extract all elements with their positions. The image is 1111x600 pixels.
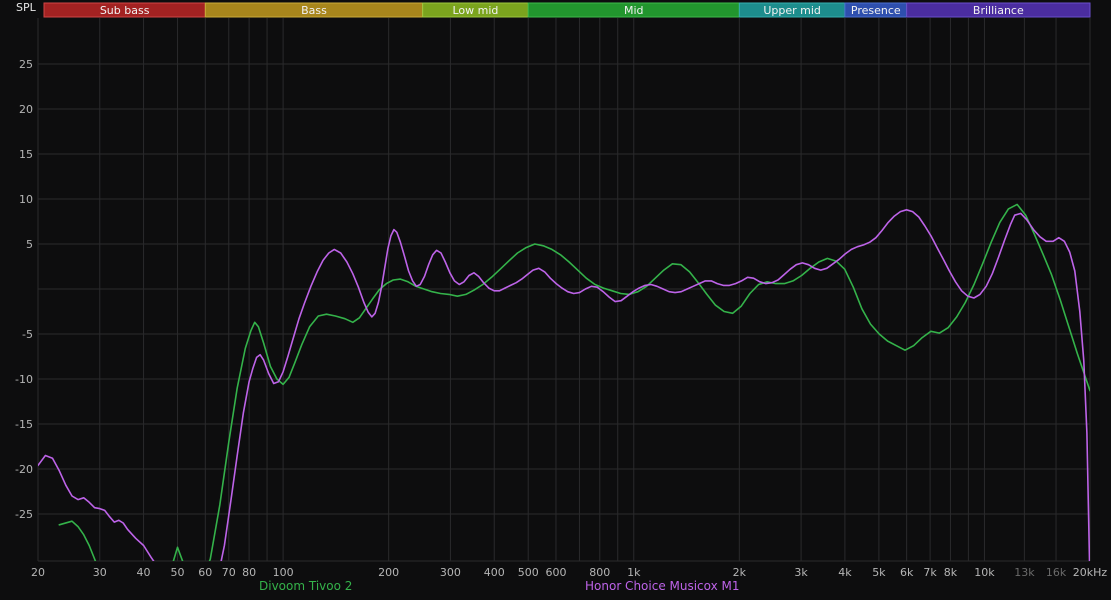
y-tick-label: -5 bbox=[22, 328, 33, 341]
x-tick-label: 5k bbox=[872, 566, 886, 579]
x-tick-label: 40 bbox=[137, 566, 151, 579]
band-label-bass: Bass bbox=[301, 4, 327, 17]
y-tick-label: -10 bbox=[15, 373, 33, 386]
x-tick-label: 200 bbox=[378, 566, 399, 579]
x-tick-label: 80 bbox=[242, 566, 256, 579]
y-tick-label: -15 bbox=[15, 418, 33, 431]
x-tick-label: 10k bbox=[974, 566, 995, 579]
series-curve-1 bbox=[58, 203, 1090, 561]
band-label-sub-bass: Sub bass bbox=[100, 4, 150, 17]
legend-divoom-tivoo-2: Divoom Tivoo 2 bbox=[259, 579, 353, 593]
x-tick-label: 8k bbox=[944, 566, 958, 579]
y-tick-label: 20 bbox=[19, 103, 33, 116]
x-tick-label: 20kHz bbox=[1073, 566, 1108, 579]
x-tick-label: 1k bbox=[627, 566, 641, 579]
band-label-mid: Mid bbox=[624, 4, 644, 17]
x-tick-label: 400 bbox=[484, 566, 505, 579]
x-tick-label: 500 bbox=[518, 566, 539, 579]
x-tick-label: 7k bbox=[923, 566, 937, 579]
x-tick-label: 3k bbox=[794, 566, 808, 579]
x-tick-label: 300 bbox=[440, 566, 461, 579]
x-tick-label: 60 bbox=[198, 566, 212, 579]
band-label-low-mid: Low mid bbox=[452, 4, 498, 17]
x-tick-label: 20 bbox=[31, 566, 45, 579]
y-tick-label: 25 bbox=[19, 58, 33, 71]
x-tick-label: 70 bbox=[222, 566, 236, 579]
y-tick-label: -20 bbox=[15, 463, 33, 476]
y-tick-label: 15 bbox=[19, 148, 33, 161]
x-tick-label: 13k bbox=[1014, 566, 1035, 579]
y-tick-label: 10 bbox=[19, 193, 33, 206]
x-tick-label: 600 bbox=[545, 566, 566, 579]
band-label-brilliance: Brilliance bbox=[973, 4, 1024, 17]
y-tick-label: -25 bbox=[15, 508, 33, 521]
x-tick-label: 2k bbox=[733, 566, 747, 579]
spl-axis-label: SPL bbox=[16, 1, 36, 14]
frequency-response-chart: Sub bass Bass Low mid Mid Upper mid Presence B… bbox=[0, 0, 1111, 600]
x-tick-label: 800 bbox=[589, 566, 610, 579]
chart-canvas: Sub bass Bass Low mid Mid Upper mid Presence B… bbox=[15, 2, 1108, 579]
x-tick-label: 50 bbox=[171, 566, 185, 579]
y-tick-label: 5 bbox=[26, 238, 33, 251]
x-tick-label: 16k bbox=[1046, 566, 1067, 579]
series-curve-2 bbox=[38, 209, 1090, 561]
x-tick-label: 4k bbox=[838, 566, 852, 579]
x-tick-label: 30 bbox=[93, 566, 107, 579]
band-label-upper-mid: Upper mid bbox=[763, 4, 821, 17]
legend-honor-choice-musicox-m1: Honor Choice Musicox M1 bbox=[585, 579, 740, 593]
x-tick-label: 100 bbox=[273, 566, 294, 579]
x-tick-label: 6k bbox=[900, 566, 914, 579]
band-label-presence: Presence bbox=[851, 4, 901, 17]
